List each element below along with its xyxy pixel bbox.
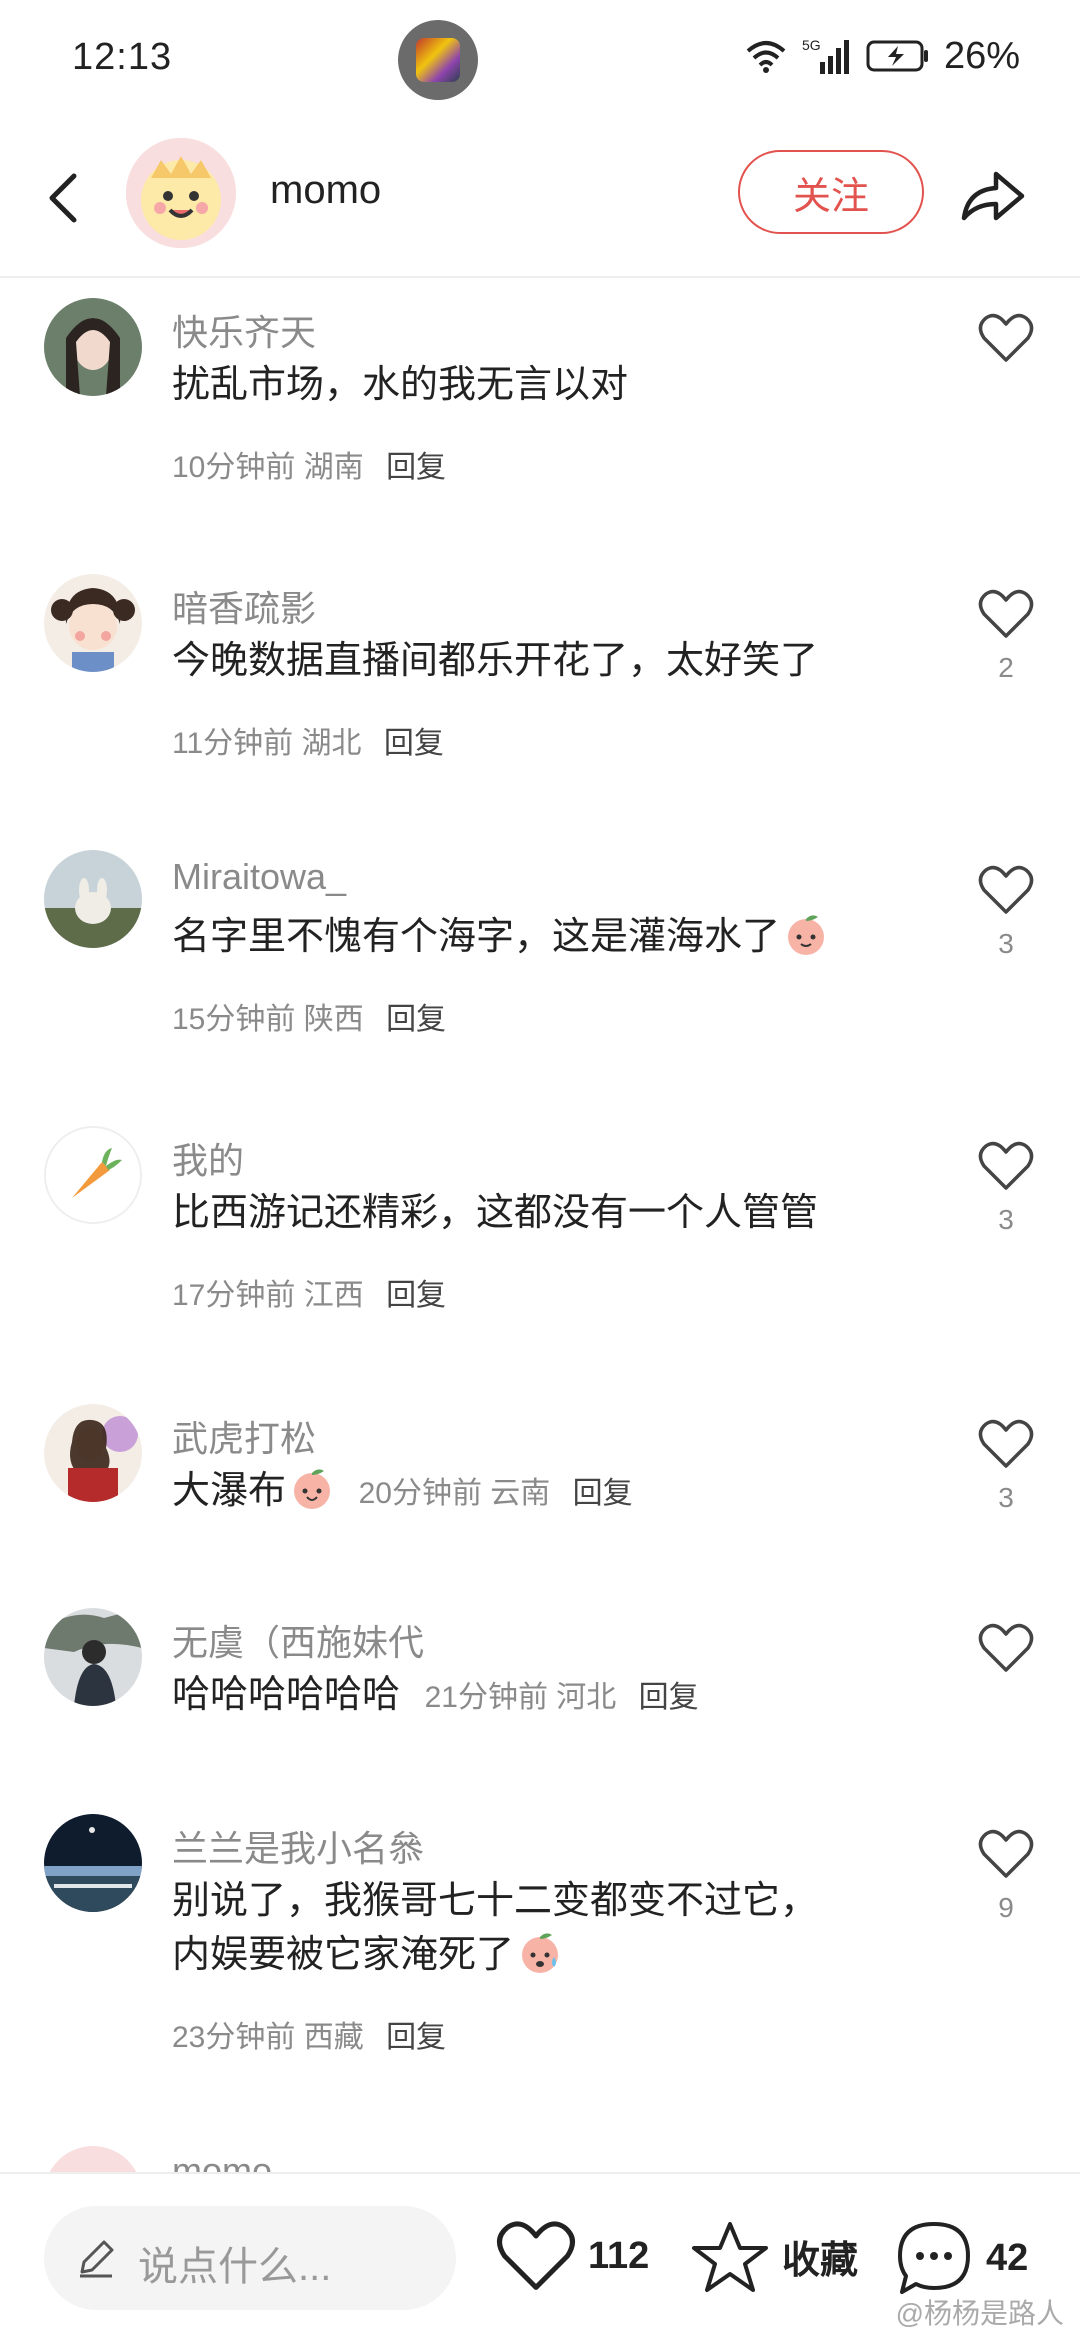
status-time: 12:13 bbox=[72, 36, 173, 78]
commenter-name[interactable]: 无虞（西施妹代 bbox=[172, 1614, 424, 1666]
comment-location: 河北 bbox=[556, 1681, 617, 1714]
comment-time: 21分钟前 bbox=[424, 1681, 548, 1714]
commenter-avatar[interactable] bbox=[44, 1404, 142, 1502]
comment-time: 10分钟前 bbox=[172, 451, 296, 484]
comment-text-line-2: 内娱要被它家淹死了 bbox=[172, 1928, 818, 1982]
reply-button[interactable]: 回复 bbox=[386, 1279, 446, 1312]
heart-icon bbox=[497, 2221, 575, 2290]
comment-meta: 21分钟前 河北 回复 bbox=[425, 1681, 699, 1714]
comment-meta: 15分钟前 陕西 回复 bbox=[172, 994, 446, 1038]
back-icon[interactable] bbox=[40, 158, 90, 238]
comment-meta: 11分钟前 湖北 回复 bbox=[172, 718, 444, 762]
comment-text: 扰乱市场，水的我无言以对 bbox=[172, 364, 629, 406]
follow-button[interactable]: 关注 bbox=[738, 150, 924, 234]
comment-location: 湖南 bbox=[303, 451, 364, 484]
heart-icon[interactable] bbox=[978, 1622, 1034, 1674]
like-count: 3 bbox=[998, 928, 1014, 959]
favorite-button[interactable]: 收藏 bbox=[690, 2218, 858, 2294]
wifi-icon bbox=[746, 41, 786, 73]
comment-text-content: 大瀑布 bbox=[172, 1470, 287, 1512]
comment-time: 15分钟前 bbox=[172, 1003, 296, 1036]
comment-text: 别说了，我猴哥七十二变都变不过它， 内娱要被它家淹死了 bbox=[172, 1874, 818, 1982]
commenter-name[interactable]: 武虎打松 bbox=[172, 1410, 316, 1462]
comment-meta: 10分钟前 湖南 回复 bbox=[172, 442, 446, 486]
comment-location: 江西 bbox=[303, 1279, 364, 1312]
reply-button[interactable]: 回复 bbox=[386, 451, 446, 484]
commenter-name[interactable]: 快乐齐天 bbox=[172, 304, 316, 356]
battery-percent: 26% bbox=[943, 34, 1020, 77]
commenter-avatar[interactable] bbox=[44, 1126, 142, 1224]
like-count: 2 bbox=[998, 652, 1014, 683]
author-avatar[interactable] bbox=[126, 138, 236, 248]
star-icon bbox=[692, 2222, 768, 2292]
commenter-avatar[interactable] bbox=[44, 1814, 142, 1912]
commenter-name[interactable]: Miraitowa_ bbox=[172, 856, 346, 898]
watermark: @杨杨是路人 bbox=[895, 2298, 1064, 2329]
reply-button[interactable]: 回复 bbox=[386, 1003, 446, 1036]
reply-button[interactable]: 回复 bbox=[639, 1681, 699, 1714]
pen-icon bbox=[80, 2240, 114, 2278]
heart-icon[interactable] bbox=[978, 1140, 1034, 1192]
heart-icon[interactable] bbox=[978, 1828, 1034, 1880]
network-label: 5G bbox=[802, 37, 821, 53]
comment-input-placeholder: 说点什么... bbox=[138, 2245, 332, 2289]
comment-location: 西藏 bbox=[303, 2021, 364, 2054]
comment-time: 23分钟前 bbox=[172, 2021, 296, 2054]
heart-icon[interactable] bbox=[978, 864, 1034, 916]
comment-time: 17分钟前 bbox=[172, 1279, 296, 1312]
comment-text: 大瀑布 20分钟前 云南 回复 bbox=[172, 1464, 633, 1521]
reply-button[interactable]: 回复 bbox=[384, 727, 444, 760]
peach-face-emoji-icon bbox=[294, 1469, 331, 1509]
post-header: momo 关注 bbox=[0, 120, 1080, 278]
commenter-avatar[interactable] bbox=[44, 850, 142, 948]
commenter-name[interactable]: 兰兰是我小名叅 bbox=[172, 1820, 424, 1872]
battery-icon bbox=[866, 40, 928, 72]
sweat-peach-emoji-icon bbox=[522, 1933, 559, 1973]
floating-app-icon[interactable] bbox=[398, 20, 478, 100]
status-indicators: 5G 26% bbox=[744, 34, 1020, 77]
comments-button[interactable]: 42 bbox=[894, 2218, 1028, 2298]
commenter-avatar[interactable] bbox=[44, 298, 142, 396]
signal-icon: 5G bbox=[802, 37, 849, 74]
like-count: 3 bbox=[998, 1204, 1014, 1235]
commenter-avatar[interactable] bbox=[44, 574, 142, 672]
share-icon[interactable] bbox=[956, 160, 1028, 232]
comment-location: 云南 bbox=[490, 1477, 551, 1510]
comment-meta: 20分钟前 云南 回复 bbox=[359, 1477, 633, 1510]
like-count: 3 bbox=[998, 1482, 1014, 1513]
comment-text: 今晚数据直播间都乐开花了，太好笑了 bbox=[172, 640, 819, 682]
comment-meta: 23分钟前 西藏 回复 bbox=[172, 2012, 446, 2056]
heart-icon[interactable] bbox=[978, 1418, 1034, 1470]
reply-button[interactable]: 回复 bbox=[573, 1477, 633, 1510]
comment-text: 哈哈哈哈哈哈 21分钟前 河北 回复 bbox=[172, 1668, 699, 1725]
comment-time: 11分钟前 bbox=[172, 727, 294, 760]
heart-icon[interactable] bbox=[978, 312, 1034, 364]
comment-bubble-icon bbox=[898, 2222, 970, 2294]
comment-text-line-1: 别说了，我猴哥七十二变都变不过它， bbox=[172, 1880, 819, 1922]
like-count: 112 bbox=[588, 2234, 650, 2277]
comments-count: 42 bbox=[986, 2236, 1029, 2279]
comment-meta: 17分钟前 江西 回复 bbox=[172, 1270, 446, 1314]
comment-text: 比西游记还精彩，这都没有一个人管管 bbox=[172, 1192, 819, 1234]
like-button[interactable]: 112 bbox=[496, 2218, 649, 2294]
commenter-name[interactable]: 我的 bbox=[172, 1132, 244, 1184]
comment-text-content: 内娱要被它家淹死了 bbox=[172, 1934, 515, 1976]
status-bar: 12:13 5G 26% bbox=[0, 0, 1080, 120]
comment-text-content: 哈哈哈哈哈哈 bbox=[172, 1674, 401, 1716]
commenter-name[interactable]: 暗香疏影 bbox=[172, 580, 316, 632]
heart-icon[interactable] bbox=[978, 588, 1034, 640]
comment-text-content: 名字里不愧有个海字，这是灌海水了 bbox=[172, 916, 781, 958]
comment-location: 湖北 bbox=[301, 727, 362, 760]
peach-face-emoji-icon bbox=[788, 915, 825, 955]
author-name[interactable]: momo bbox=[270, 168, 381, 213]
comment-text: 名字里不愧有个海字，这是灌海水了 bbox=[172, 910, 828, 964]
comment-input[interactable]: 说点什么... bbox=[44, 2206, 456, 2310]
commenter-avatar[interactable] bbox=[44, 1608, 142, 1706]
reply-button[interactable]: 回复 bbox=[386, 2021, 446, 2054]
favorite-label: 收藏 bbox=[782, 2239, 859, 2282]
comment-time: 20分钟前 bbox=[358, 1477, 482, 1510]
comment-location: 陕西 bbox=[303, 1003, 364, 1036]
like-count: 9 bbox=[998, 1892, 1014, 1923]
